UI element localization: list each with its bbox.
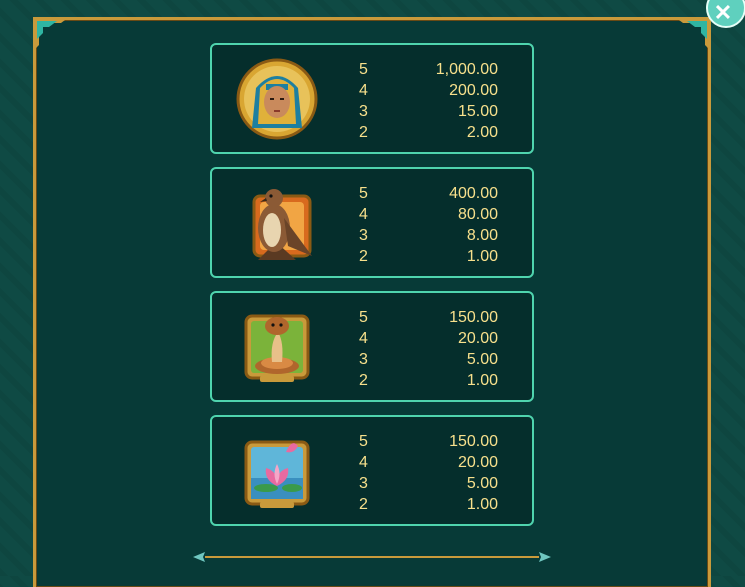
payout-value: 2.00 xyxy=(466,124,498,141)
payout-value: 1,000.00 xyxy=(435,61,498,78)
payout-row: 2 1.00 xyxy=(212,494,532,515)
payout-value: 5.00 xyxy=(466,475,498,492)
payout-count: 4 xyxy=(359,330,368,347)
paytable-card-lotus: 5 150.00 4 20.00 3 5.00 2 1.00 xyxy=(210,415,534,526)
payout-row: 3 15.00 xyxy=(212,101,532,122)
payout-value: 15.00 xyxy=(457,103,498,120)
payout-row: 4 200.00 xyxy=(212,80,532,101)
close-icon: ✕ xyxy=(713,0,733,25)
payout-value: 1.00 xyxy=(466,248,498,265)
payout-row: 5 150.00 xyxy=(212,431,532,452)
payout-count: 5 xyxy=(359,309,368,326)
payout-value: 1.00 xyxy=(466,372,498,389)
payout-count: 5 xyxy=(359,61,368,78)
payout-count: 5 xyxy=(359,433,368,450)
payout-value: 80.00 xyxy=(457,206,498,223)
payout-row: 4 80.00 xyxy=(212,204,532,225)
corner-ornament-left-icon xyxy=(33,17,69,51)
paytable-card-pharaoh: 5 1,000.00 4 200.00 3 15.00 2 2.00 xyxy=(210,43,534,154)
payout-count: 2 xyxy=(359,496,368,513)
payout-row: 3 5.00 xyxy=(212,473,532,494)
paytable-card-falcon: 5 400.00 4 80.00 3 8.00 2 1.00 xyxy=(210,167,534,278)
payout-count: 4 xyxy=(359,82,368,99)
payout-value: 150.00 xyxy=(449,309,498,326)
payout-count: 5 xyxy=(359,185,368,202)
payout-count: 3 xyxy=(359,351,368,368)
payout-row: 2 1.00 xyxy=(212,370,532,391)
payout-row: 5 150.00 xyxy=(212,307,532,328)
payout-value: 400.00 xyxy=(449,185,498,202)
payout-count: 4 xyxy=(359,454,368,471)
payout-row: 4 20.00 xyxy=(212,452,532,473)
payout-count: 3 xyxy=(359,227,368,244)
payout-row: 3 8.00 xyxy=(212,225,532,246)
payout-row: 2 2.00 xyxy=(212,122,532,143)
paytable-card-cobra: 5 150.00 4 20.00 3 5.00 2 1.00 xyxy=(210,291,534,402)
payout-count: 2 xyxy=(359,248,368,265)
corner-ornament-right-icon xyxy=(675,17,711,51)
payout-value: 20.00 xyxy=(457,454,498,471)
payout-row: 5 400.00 xyxy=(212,183,532,204)
payout-value: 5.00 xyxy=(466,351,498,368)
payout-row: 4 20.00 xyxy=(212,328,532,349)
payout-value: 150.00 xyxy=(449,433,498,450)
payout-count: 3 xyxy=(359,103,368,120)
payout-row: 3 5.00 xyxy=(212,349,532,370)
payout-value: 1.00 xyxy=(466,496,498,513)
payout-row: 2 1.00 xyxy=(212,246,532,267)
ornamental-divider-icon xyxy=(193,552,551,562)
payout-row: 5 1,000.00 xyxy=(212,59,532,80)
payout-count: 3 xyxy=(359,475,368,492)
payout-count: 2 xyxy=(359,124,368,141)
payout-count: 2 xyxy=(359,372,368,389)
payout-value: 20.00 xyxy=(457,330,498,347)
payout-count: 4 xyxy=(359,206,368,223)
payout-value: 8.00 xyxy=(466,227,498,244)
payout-value: 200.00 xyxy=(449,82,498,99)
